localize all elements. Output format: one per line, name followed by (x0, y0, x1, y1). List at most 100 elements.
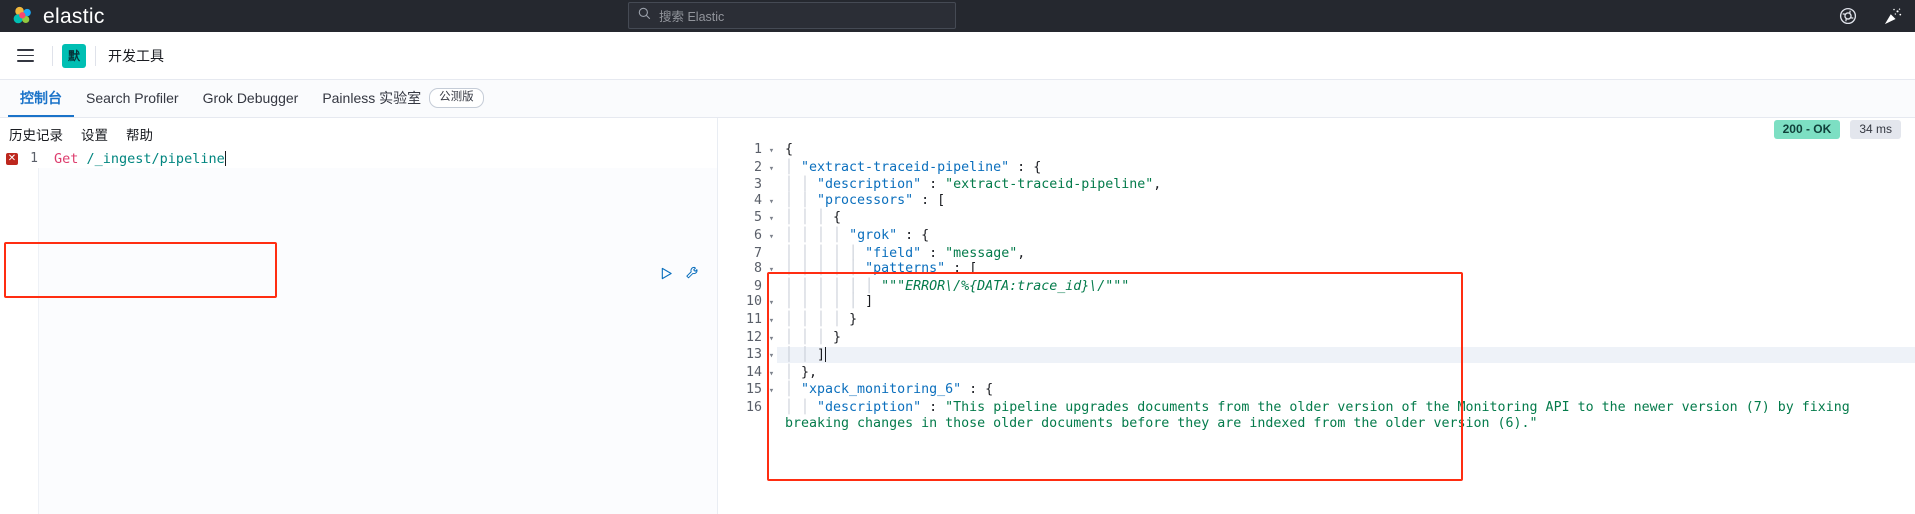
fold-toggle-icon[interactable]: ▾ (766, 193, 777, 211)
global-nav-actions (1839, 0, 1902, 32)
line-number: 1 (30, 151, 38, 166)
response-line-text: │ │ │ │ "grok" : { (785, 227, 930, 243)
header-divider-1 (52, 45, 53, 66)
response-line-number: 12 (745, 329, 762, 345)
tab-grok-debugger-label: Grok Debugger (202, 90, 299, 106)
fold-toggle-icon[interactable]: ▾ (766, 142, 777, 160)
fold-toggle-icon[interactable]: ▾ (766, 365, 777, 383)
tab-search-profiler-label: Search Profiler (86, 90, 179, 106)
tab-painless-lab-label: Painless 实验室 (322, 90, 422, 106)
response-line[interactable]: 16 │ │ "description" : "This pipeline upg… (718, 400, 1915, 431)
fold-toggle-icon[interactable]: ▾ (766, 330, 777, 348)
global-search[interactable]: 搜索 Elastic (628, 2, 956, 29)
response-line-text: │ │ │ │ │ "patterns" : [ (785, 261, 978, 277)
error-marker-icon[interactable]: ✕ (6, 152, 18, 165)
brand-name: elastic (43, 4, 105, 28)
response-line[interactable]: 3 │ │ "description" : "extract-traceid-pi… (718, 177, 1915, 193)
response-line[interactable]: 7 │ │ │ │ │ "field" : "message", (718, 246, 1915, 262)
breadcrumb[interactable]: 开发工具 (108, 46, 164, 66)
response-line-number: 8 (753, 261, 762, 277)
response-time-badge: 34 ms (1850, 120, 1901, 139)
fold-toggle-icon[interactable]: ▾ (766, 312, 777, 330)
console-body: 历史记录 设置 帮助 ✕ 1 Get /_ingest/pipeline 200… (0, 118, 1915, 514)
text-caret (224, 151, 226, 166)
request-editor[interactable]: ✕ 1 Get /_ingest/pipeline (0, 149, 717, 514)
response-line[interactable]: 6 ▾ │ │ │ │ "grok" : { (718, 228, 1915, 246)
beta-badge: 公测版 (429, 88, 484, 108)
response-line-number: 1 (753, 142, 762, 157)
response-line[interactable]: 5 ▾ │ │ │ { (718, 210, 1915, 228)
fold-toggle-icon[interactable] (766, 400, 777, 402)
response-line-number: 14 (745, 364, 762, 380)
header-divider-2 (95, 45, 96, 66)
response-line[interactable]: 14 ▾ │ }, (718, 365, 1915, 383)
response-line-text: │ │ "description" : "This pipeline upgra… (785, 399, 1858, 431)
fold-toggle-icon[interactable] (766, 279, 777, 281)
response-pane: 200 - OK 34 ms 1 ▾ {2 ▾ │ "extract-traceid-p… (718, 118, 1915, 514)
editor-actions (660, 266, 699, 285)
fold-toggle-icon[interactable]: ▾ (766, 160, 777, 178)
response-line-number: 10 (745, 294, 762, 310)
menu-help[interactable]: 帮助 (126, 124, 153, 144)
request-url: /_ingest/pipeline (86, 150, 225, 167)
response-line-number: 9 (753, 278, 762, 294)
fold-toggle-icon[interactable]: ▾ (766, 382, 777, 400)
menu-history[interactable]: 历史记录 (9, 124, 63, 144)
response-line[interactable]: 15 ▾ │ "xpack_monitoring_6" : { (718, 382, 1915, 400)
fold-toggle-icon[interactable]: ▾ (766, 228, 777, 246)
wrench-icon[interactable] (685, 266, 699, 285)
response-line-text: │ "xpack_monitoring_6" : { (785, 382, 994, 398)
editor-background (38, 168, 717, 514)
response-line-text: │ │ │ │ │ "field" : "message", (785, 245, 1026, 261)
response-line-number: 4 (753, 192, 762, 208)
request-method: Get (54, 150, 79, 167)
response-line[interactable]: 1 ▾ { (718, 142, 1915, 160)
search-placeholder: 搜索 Elastic (659, 10, 725, 24)
response-line-number: 5 (753, 210, 762, 226)
response-line-number: 2 (753, 159, 762, 175)
response-line[interactable]: 13 ▾ │ │ ] (718, 347, 1915, 365)
response-line-text: { (785, 142, 794, 157)
fold-toggle-icon[interactable]: ▾ (766, 210, 777, 228)
response-editor[interactable]: 1 ▾ {2 ▾ │ "extract-traceid-pipeline" : {3 │ … (718, 142, 1915, 514)
fold-toggle-icon[interactable] (766, 177, 777, 179)
tab-painless-lab[interactable]: Painless 实验室 公测版 (310, 79, 495, 117)
response-line-number: 6 (753, 227, 762, 243)
fold-toggle-icon[interactable]: ▾ (766, 294, 777, 312)
response-line[interactable]: 8 ▾ │ │ │ │ │ "patterns" : [ (718, 261, 1915, 279)
response-line[interactable]: 2 ▾ │ "extract-traceid-pipeline" : { (718, 160, 1915, 178)
response-line-text: │ │ "description" : "extract-traceid-pip… (785, 177, 1162, 193)
response-line[interactable]: 12 ▾ │ │ │ } (718, 330, 1915, 348)
response-line-text: │ }, (785, 364, 818, 380)
response-line-text: │ │ │ │ } (785, 311, 858, 327)
response-line[interactable]: 11 ▾ │ │ │ │ } (718, 312, 1915, 330)
brand[interactable]: elastic (12, 5, 105, 27)
fold-toggle-icon[interactable] (766, 246, 777, 248)
tab-grok-debugger[interactable]: Grok Debugger (191, 79, 311, 117)
response-line-number: 3 (753, 177, 762, 193)
response-line-text: │ │ │ │ │ │ """ERROR\/%{DATA:trace_id}\/… (785, 278, 1130, 294)
help-icon[interactable] (1839, 7, 1857, 25)
response-line-number: 13 (745, 347, 762, 363)
tab-search-profiler[interactable]: Search Profiler (74, 79, 191, 117)
global-nav: elastic 搜索 Elastic (0, 0, 1915, 32)
tab-console[interactable]: 控制台 (8, 79, 74, 117)
response-line[interactable]: 9 │ │ │ │ │ │ """ERROR\/%{DATA:trace_id}\… (718, 279, 1915, 295)
menu-settings[interactable]: 设置 (81, 124, 108, 144)
console-menu: 历史记录 设置 帮助 (0, 118, 717, 149)
hamburger-icon[interactable] (7, 38, 43, 74)
elastic-logo-icon (12, 5, 34, 27)
response-line-number: 7 (753, 245, 762, 261)
response-line[interactable]: 10 ▾ │ │ │ │ │ ] (718, 294, 1915, 312)
fold-toggle-icon[interactable]: ▾ (766, 347, 777, 365)
response-line-text: │ │ │ { (785, 210, 842, 226)
fold-toggle-icon[interactable]: ▾ (766, 261, 777, 279)
space-badge[interactable]: 默 (62, 43, 86, 68)
whats-new-icon[interactable] (1883, 7, 1902, 25)
status-badge: 200 - OK (1773, 120, 1841, 139)
tabbar: 控制台 Search Profiler Grok Debugger Painle… (0, 80, 1915, 118)
play-triangle-icon[interactable] (660, 267, 673, 285)
response-line[interactable]: 4 ▾ │ │ "processors" : [ (718, 193, 1915, 211)
request-line-1[interactable]: ✕ 1 Get /_ingest/pipeline (0, 149, 717, 168)
response-line-number: 16 (745, 399, 762, 415)
